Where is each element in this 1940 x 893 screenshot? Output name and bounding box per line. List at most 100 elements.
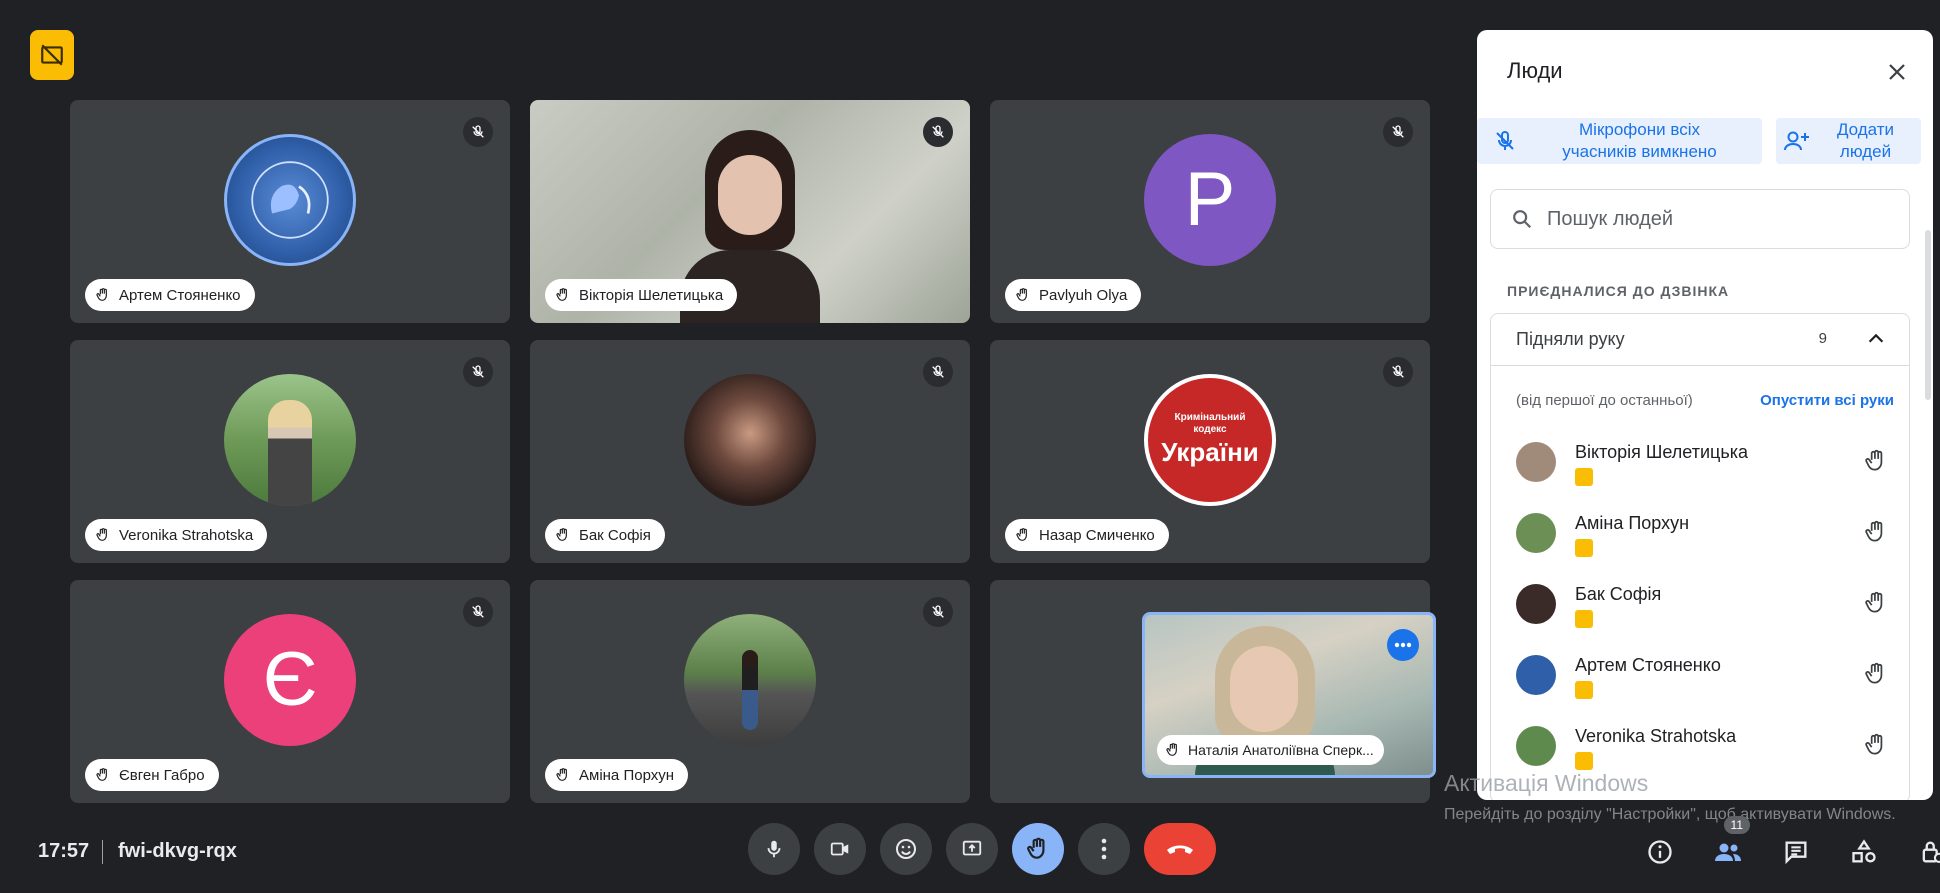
bottom-toolbar: 17:57 fwi-dkvg-rqx 11: [0, 810, 1940, 893]
activities-button[interactable]: [1844, 832, 1884, 872]
mic-off-icon: [1383, 117, 1413, 147]
side-controls: 11: [1640, 816, 1940, 872]
search-icon: [1513, 210, 1532, 229]
name-chip: Аміна Порхун: [545, 759, 689, 791]
mic-off-icon: [1383, 357, 1413, 387]
raised-hand-icon: [556, 768, 567, 781]
self-view-tile[interactable]: Наталія Анатоліївна Сперк...: [1142, 612, 1436, 778]
mic-off-icon: [923, 117, 953, 147]
raise-hand-icon: [1027, 837, 1045, 859]
more-options-button[interactable]: [1387, 629, 1419, 661]
avatar-caption: кодекс: [1193, 423, 1227, 435]
more-options-button[interactable]: [1078, 823, 1130, 875]
participant-name: Veronika Strahotska: [119, 526, 254, 544]
meet-window: Артем Стояненко Вікторія Шелетицька P Pa…: [0, 0, 1940, 893]
participants-count-badge: 11: [1723, 816, 1750, 834]
mic-off-icon: [923, 357, 953, 387]
participant-tile[interactable]: Є Євген Габро: [70, 580, 510, 803]
host-controls-button[interactable]: [1912, 832, 1940, 872]
participant-tile[interactable]: Бак Софія: [530, 340, 970, 563]
end-call-button[interactable]: [1144, 823, 1216, 875]
avatar: [684, 373, 816, 506]
camera-button[interactable]: [814, 823, 866, 875]
avatar: [1516, 584, 1556, 624]
participant-tile[interactable]: P Pavlyuh Olya: [990, 100, 1430, 323]
participant-tile[interactable]: Аміна Порхун: [530, 580, 970, 803]
close-icon[interactable]: [1881, 56, 1913, 88]
camera-icon: [830, 842, 849, 856]
raised-hand-icon: [1166, 743, 1177, 756]
raised-hand-icon[interactable]: [1863, 446, 1889, 481]
more-vert-icon: [1101, 838, 1107, 860]
raised-hand-icon[interactable]: [1863, 588, 1889, 623]
participant-tile[interactable]: Кримінальний кодекс України Назар Смичен…: [990, 340, 1430, 563]
participant-name: Назар Смиченко: [1039, 526, 1155, 544]
panel-title: Люди: [1507, 58, 1563, 83]
list-item[interactable]: Бак Софія: [1491, 574, 1909, 638]
mute-all-button[interactable]: Мікрофони всіх учасників вимкнено: [1477, 118, 1762, 164]
chevron-up-icon[interactable]: [1865, 328, 1887, 355]
watermark-title: Активація Windows: [1444, 770, 1649, 796]
people-panel: Люди Мікрофони всіх учасників вимкнено До…: [1477, 30, 1933, 800]
avatar-letter: Є: [262, 637, 318, 722]
person-name: Бак Софія: [1575, 584, 1662, 604]
chat-button[interactable]: [1776, 832, 1816, 872]
participant-name: Pavlyuh Olya: [1039, 286, 1128, 304]
participant-tile[interactable]: Вікторія Шелетицька: [530, 100, 970, 323]
participant-name: Артем Стояненко: [119, 286, 241, 304]
raised-hand-icon[interactable]: [1863, 730, 1889, 765]
name-chip: Вікторія Шелетицька: [545, 279, 738, 311]
avatar: [224, 133, 356, 266]
search-placeholder: Пошук людей: [1547, 207, 1674, 230]
add-people-button[interactable]: Додати людей: [1776, 118, 1921, 164]
group-count: 9: [1818, 330, 1827, 347]
name-chip: Назар Смиченко: [1005, 519, 1169, 551]
people-icon: [1715, 843, 1741, 861]
avatar: [684, 613, 816, 746]
raised-hand-icon: [96, 768, 107, 781]
raised-hand-icon: [1016, 528, 1027, 541]
raised-hand-icon: [556, 288, 567, 301]
name-chip: Pavlyuh Olya: [1005, 279, 1142, 311]
raised-hand-icon[interactable]: [1863, 517, 1889, 552]
mic-off-icon: [463, 357, 493, 387]
avatar: Є: [224, 613, 356, 746]
presenting-badge-icon: [1575, 468, 1593, 486]
mute-all-label: учасників вимкнено: [1562, 142, 1717, 161]
avatar: [1516, 442, 1556, 482]
scrollbar[interactable]: [1925, 230, 1931, 400]
present-icon: [962, 840, 982, 856]
person-name: Вікторія Шелетицька: [1575, 442, 1748, 462]
participant-tile[interactable]: Артем Стояненко: [70, 100, 510, 323]
present-button[interactable]: [946, 823, 998, 875]
name-chip: Артем Стояненко: [85, 279, 255, 311]
raised-hand-icon[interactable]: [1863, 659, 1889, 694]
list-item[interactable]: Вікторія Шелетицька: [1491, 432, 1909, 496]
name-chip: Євген Габро: [85, 759, 219, 791]
lower-all-hands-button[interactable]: Опустити всі руки: [1760, 392, 1894, 409]
mic-button[interactable]: [748, 823, 800, 875]
divider: [102, 840, 103, 864]
participant-tile[interactable]: Veronika Strahotska: [70, 340, 510, 563]
add-people-label: Додати: [1836, 120, 1895, 139]
clock: 17:57: [38, 840, 90, 862]
info-button[interactable]: [1640, 832, 1680, 872]
info-icon: [1648, 840, 1672, 864]
emoji-icon: [896, 839, 916, 859]
search-people-input[interactable]: Пошук людей: [1490, 189, 1910, 249]
mic-off-icon: [923, 597, 953, 627]
group-header[interactable]: Підняли руку: [1491, 314, 1909, 366]
avatar-letter: P: [1184, 157, 1236, 242]
host-controls-icon: [1922, 841, 1940, 863]
avatar: [1516, 513, 1556, 553]
presenting-badge-icon: [1575, 610, 1593, 628]
no-recording-icon[interactable]: [30, 30, 74, 80]
list-item[interactable]: Аміна Порхун: [1491, 503, 1909, 567]
people-button[interactable]: 11: [1708, 816, 1750, 872]
list-item[interactable]: Артем Стояненко: [1491, 645, 1909, 709]
call-controls: [748, 823, 1216, 875]
presenting-badge-icon: [1575, 681, 1593, 699]
raise-hand-button[interactable]: [1012, 823, 1064, 875]
raised-hand-icon: [96, 288, 107, 301]
reactions-button[interactable]: [880, 823, 932, 875]
